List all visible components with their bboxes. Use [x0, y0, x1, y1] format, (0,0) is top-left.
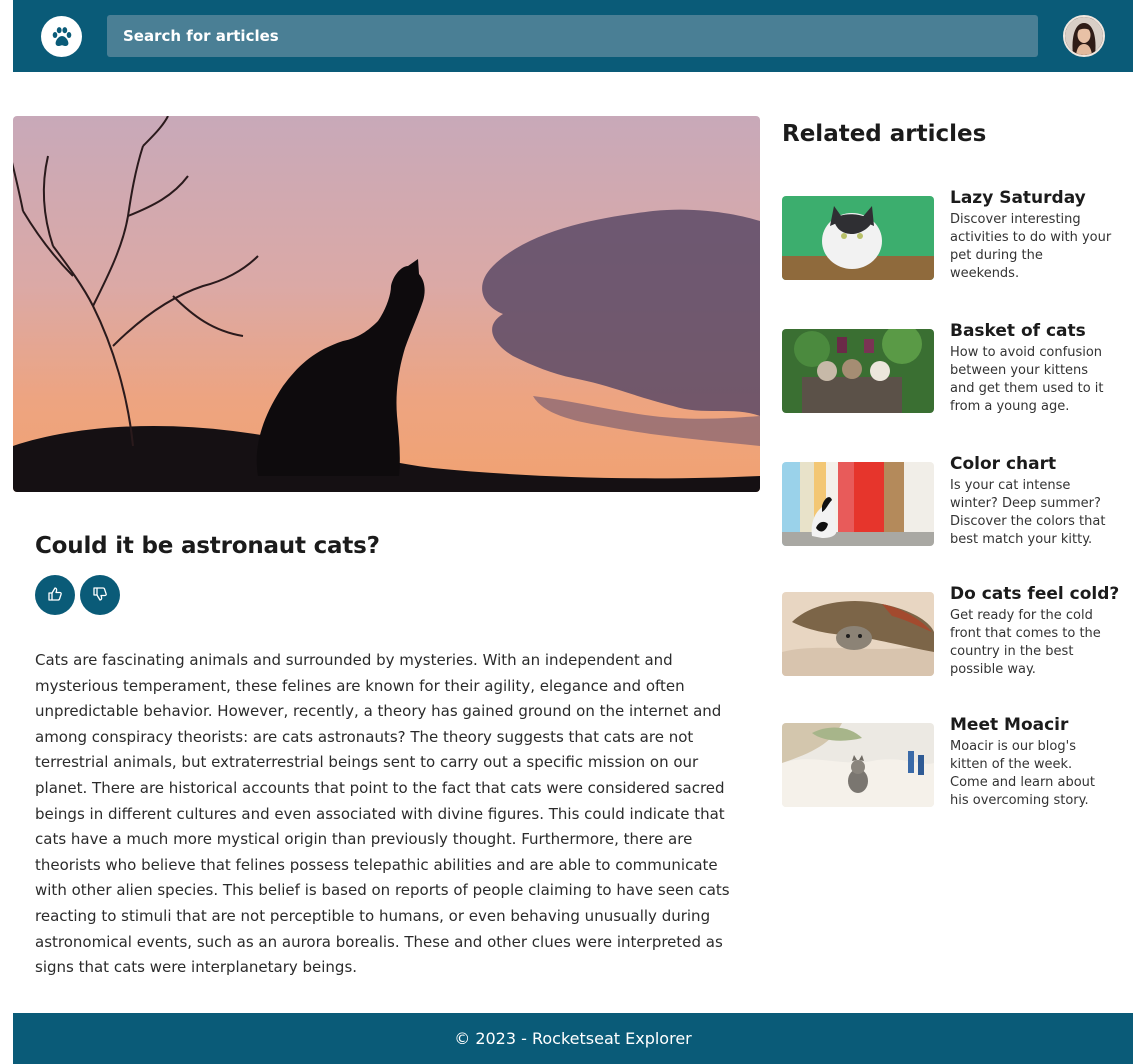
- user-avatar[interactable]: [1063, 15, 1105, 57]
- thumbs-up-icon: [47, 586, 63, 605]
- footer: © 2023 - Rocketseat Explorer: [13, 1013, 1133, 1064]
- article-body: Cats are fascinating animals and surroun…: [35, 651, 730, 977]
- related-article-card[interactable]: Color chart Is your cat intense winter? …: [782, 454, 1122, 554]
- related-article-thumbnail[interactable]: [782, 196, 934, 280]
- related-article-description: Discover interesting activities to do wi…: [950, 212, 1112, 281]
- search-input[interactable]: [123, 15, 1038, 57]
- related-article-thumbnail[interactable]: [782, 462, 934, 546]
- related-article-card[interactable]: Basket of cats How to avoid confusion be…: [782, 321, 1122, 421]
- search-bar[interactable]: [107, 15, 1038, 57]
- related-article-card[interactable]: Do cats feel cold? Get ready for the col…: [782, 584, 1122, 684]
- related-article-thumbnail[interactable]: [782, 329, 934, 413]
- related-articles-heading: Related articles: [782, 121, 987, 147]
- related-article-thumbnail[interactable]: [782, 723, 934, 807]
- paw-logo-icon[interactable]: [41, 16, 82, 57]
- related-article-title[interactable]: Lazy Saturday: [950, 188, 1112, 208]
- thumbs-down-icon: [92, 586, 108, 605]
- related-article-text: Lazy Saturday Discover interesting activ…: [950, 188, 1112, 283]
- related-article-text: Color chart Is your cat intense winter? …: [950, 454, 1112, 549]
- top-bar: [13, 0, 1133, 72]
- related-article-description: Is your cat intense winter? Deep summer?…: [950, 478, 1106, 547]
- footer-copyright: © 2023 - Rocketseat Explorer: [454, 1029, 692, 1048]
- article-title: Could it be astronaut cats?: [35, 533, 380, 559]
- related-article-text: Do cats feel cold? Get ready for the col…: [950, 584, 1119, 679]
- related-article-card[interactable]: Lazy Saturday Discover interesting activ…: [782, 188, 1122, 288]
- related-article-description: Get ready for the cold front that comes …: [950, 608, 1101, 677]
- related-article-description: Moacir is our blog's kitten of the week.…: [950, 739, 1095, 808]
- related-article-title[interactable]: Basket of cats: [950, 321, 1112, 341]
- hero-image: [13, 116, 760, 492]
- related-article-title[interactable]: Meet Moacir: [950, 715, 1112, 735]
- like-button[interactable]: [35, 575, 75, 615]
- dislike-button[interactable]: [80, 575, 120, 615]
- related-article-title[interactable]: Color chart: [950, 454, 1112, 474]
- related-article-title[interactable]: Do cats feel cold?: [950, 584, 1119, 604]
- related-article-card[interactable]: Meet Moacir Moacir is our blog's kitten …: [782, 715, 1122, 815]
- related-article-thumbnail[interactable]: [782, 592, 934, 676]
- related-article-text: Meet Moacir Moacir is our blog's kitten …: [950, 715, 1112, 810]
- related-article-text: Basket of cats How to avoid confusion be…: [950, 321, 1112, 416]
- related-article-description: How to avoid confusion between your kitt…: [950, 345, 1104, 414]
